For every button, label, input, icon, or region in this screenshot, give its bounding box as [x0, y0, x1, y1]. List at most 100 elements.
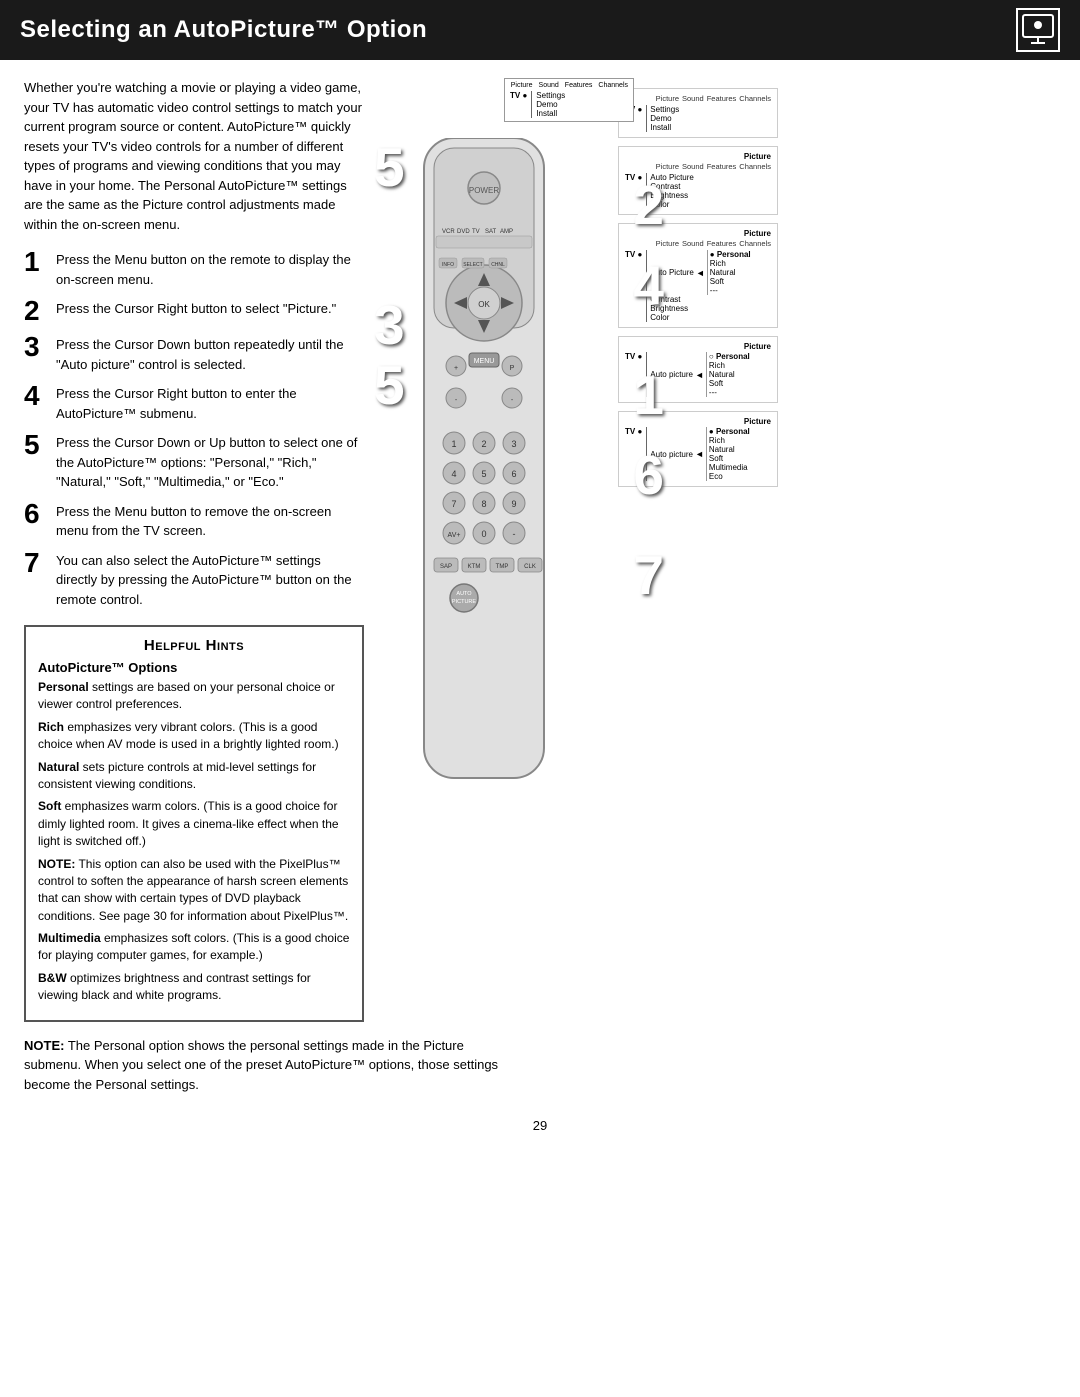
hints-text-bw: optimizes brightness and contrast settin…	[38, 971, 311, 1002]
svg-text:P: P	[510, 365, 515, 372]
big-num-2: 2	[633, 178, 664, 233]
step-2: 2 Press the Cursor Right button to selec…	[24, 297, 364, 325]
step-3-text: Press the Cursor Down button repeatedly …	[56, 333, 364, 374]
svg-text:SELECT: SELECT	[463, 262, 482, 268]
svg-text:INFO: INFO	[442, 262, 454, 268]
svg-text:KTM: KTM	[468, 564, 481, 570]
step-6-text: Press the Menu button to remove the on-s…	[56, 500, 364, 541]
svg-text:2: 2	[481, 439, 486, 449]
step-7-number: 7	[24, 549, 46, 577]
d5-tv-label: TV ●	[625, 427, 642, 436]
step-6: 6 Press the Menu button to remove the on…	[24, 500, 364, 541]
step-5-number: 5	[24, 431, 46, 459]
d1-tv: TV ●	[510, 91, 527, 100]
step-1: 1 Press the Menu button on the remote to…	[24, 248, 364, 289]
remote-svg: POWER VCR DVD TV SAT AMP	[384, 138, 584, 818]
svg-text:OK: OK	[478, 300, 490, 309]
svg-text:9: 9	[511, 499, 516, 509]
hints-label-rich: Rich	[38, 720, 64, 734]
step-4-number: 4	[24, 382, 46, 410]
svg-text:5: 5	[481, 469, 486, 479]
page-header: Selecting an AutoPicture™ Option	[0, 0, 1080, 60]
svg-text:SAP: SAP	[440, 564, 452, 570]
step-1-text: Press the Menu button on the remote to d…	[56, 248, 364, 289]
page: Selecting an AutoPicture™ Option Whether…	[0, 0, 1080, 1397]
bottom-note: NOTE: The Personal option shows the pers…	[24, 1036, 524, 1095]
d2-pic: Picture	[625, 152, 771, 161]
svg-text:SAT: SAT	[485, 229, 497, 235]
step-3: 3 Press the Cursor Down button repeatedl…	[24, 333, 364, 374]
svg-text:TMP: TMP	[496, 564, 509, 570]
hints-title: Helpful Hints	[38, 637, 350, 654]
page-number: 29	[0, 1108, 1080, 1143]
tv-person-icon	[1021, 13, 1055, 47]
hints-label-bw: B&W	[38, 971, 67, 985]
svg-text:8: 8	[481, 499, 486, 509]
d4-tv-label: TV ●	[625, 352, 642, 361]
big-num-6: 6	[633, 448, 664, 503]
hints-text-note: This option can also be used with the Pi…	[38, 857, 348, 923]
hints-label-multimedia: Multimedia	[38, 931, 101, 945]
d1-header: Picture Sound Features Channels	[510, 82, 628, 89]
svg-text:1: 1	[451, 439, 456, 449]
svg-text:4: 4	[451, 469, 456, 479]
header-icon	[1016, 8, 1060, 52]
hints-label-note: NOTE:	[38, 857, 75, 871]
big-num-5a: 5	[374, 140, 405, 195]
svg-text:0: 0	[481, 529, 486, 539]
svg-text:-: -	[513, 529, 516, 539]
hints-label-natural: Natural	[38, 760, 79, 774]
step-5: 5 Press the Cursor Down or Up button to …	[24, 431, 364, 492]
d4-pic: Picture	[625, 342, 771, 351]
hints-item-natural: Natural sets picture controls at mid-lev…	[38, 759, 350, 794]
svg-text:MENU: MENU	[474, 358, 495, 365]
svg-text:CHNL: CHNL	[491, 262, 505, 268]
hints-item-multimedia: Multimedia emphasizes soft colors. (This…	[38, 930, 350, 965]
hints-text-rich: emphasizes very vibrant colors. (This is…	[38, 720, 339, 751]
step-2-text: Press the Cursor Right button to select …	[56, 297, 336, 319]
bottom-note-text: The Personal option shows the personal s…	[24, 1038, 498, 1092]
main-content: Whether you're watching a movie or playi…	[0, 78, 1080, 1022]
steps-list: 1 Press the Menu button on the remote to…	[24, 248, 364, 609]
hints-item-personal: Personal settings are based on your pers…	[38, 679, 350, 714]
hints-label-personal: Personal	[38, 680, 89, 694]
step-7-text: You can also select the AutoPicture™ set…	[56, 549, 364, 610]
d1-body: TV ● Settings Demo Install	[510, 91, 628, 118]
step-1-number: 1	[24, 248, 46, 276]
step-4: 4 Press the Cursor Right button to enter…	[24, 382, 364, 423]
svg-text:AUTO: AUTO	[456, 591, 472, 597]
svg-text:POWER: POWER	[469, 186, 499, 195]
big-num-4: 4	[633, 258, 664, 313]
step-5-text: Press the Cursor Down or Up button to se…	[56, 431, 364, 492]
d3-hdr: Picture Sound Features Channels	[625, 239, 771, 248]
hints-item-soft: Soft emphasizes warm colors. (This is a …	[38, 798, 350, 850]
svg-text:TV: TV	[472, 229, 480, 235]
svg-text:CLK: CLK	[524, 564, 536, 570]
step-3-number: 3	[24, 333, 46, 361]
svg-text:3: 3	[511, 439, 516, 449]
hints-item-note: NOTE: This option can also be used with …	[38, 856, 350, 926]
hints-item-rich: Rich emphasizes very vibrant colors. (Th…	[38, 719, 350, 754]
remote-wrapper: Picture Sound Features Channels TV ● Set…	[384, 78, 604, 1022]
d1-hdr: Picture Sound Features Channels	[625, 94, 771, 103]
page-title: Selecting an AutoPicture™ Option	[20, 16, 427, 44]
big-num-5b: 5	[374, 358, 405, 413]
big-num-7: 7	[633, 548, 664, 603]
hints-item-bw: B&W optimizes brightness and contrast se…	[38, 970, 350, 1005]
intro-text: Whether you're watching a movie or playi…	[24, 78, 364, 234]
top-menu-diagram: Picture Sound Features Channels TV ● Set…	[504, 78, 634, 122]
right-column: Picture Sound Features Channels TV ● Set…	[384, 78, 1056, 1022]
svg-text:6: 6	[511, 469, 516, 479]
big-num-3: 3	[374, 298, 405, 353]
hints-text-natural: sets picture controls at mid-level setti…	[38, 760, 316, 791]
step-7: 7 You can also select the AutoPicture™ s…	[24, 549, 364, 610]
hints-subtitle: AutoPicture™ Options	[38, 660, 350, 675]
step-4-text: Press the Cursor Right button to enter t…	[56, 382, 364, 423]
hints-label-soft: Soft	[38, 799, 61, 813]
svg-text:VCR: VCR	[442, 229, 455, 235]
step-6-number: 6	[24, 500, 46, 528]
big-num-1: 1	[633, 368, 664, 423]
svg-text:PICTURE: PICTURE	[452, 599, 476, 605]
svg-text:AV+: AV+	[448, 532, 461, 539]
step-2-number: 2	[24, 297, 46, 325]
